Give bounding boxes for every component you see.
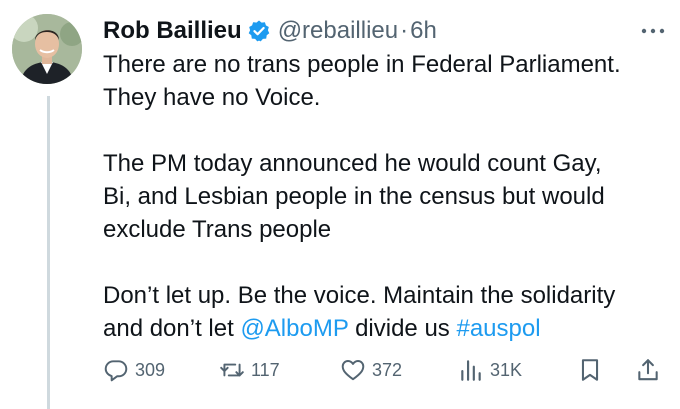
paragraph-3: Don’t let up. Be the voice. Maintain the… bbox=[103, 279, 668, 345]
text-line: Bi, and Lesbian people in the census but… bbox=[103, 183, 605, 210]
more-options-icon[interactable] bbox=[640, 22, 666, 40]
retweet-button[interactable]: 117 bbox=[219, 354, 280, 386]
tweet-body: There are no trans people in Federal Par… bbox=[103, 48, 668, 345]
retweet-count: 117 bbox=[251, 359, 280, 380]
text-segment: divide us bbox=[348, 315, 457, 342]
paragraph-1: There are no trans people in Federal Par… bbox=[103, 48, 668, 114]
verified-badge-icon bbox=[248, 20, 269, 42]
action-bar: 309 117 372 31K bbox=[103, 354, 668, 386]
thread-line bbox=[47, 96, 50, 409]
separator-dot: · bbox=[400, 17, 409, 44]
tweet-header: Rob Baillieu @rebaillieu · 6h bbox=[103, 14, 670, 48]
text-line: The PM today announced he would count Ga… bbox=[103, 150, 602, 177]
author-name[interactable]: Rob Baillieu bbox=[103, 17, 242, 45]
views-count: 31K bbox=[490, 359, 523, 380]
like-button[interactable]: 372 bbox=[340, 354, 402, 386]
text-line: They have no Voice. bbox=[103, 84, 321, 111]
mention-link[interactable]: @AlboMP bbox=[240, 315, 348, 342]
text-segment: and don’t let bbox=[103, 315, 241, 342]
share-button[interactable] bbox=[635, 354, 667, 386]
reply-count: 309 bbox=[135, 359, 166, 380]
tweet-time[interactable]: 6h bbox=[410, 17, 437, 45]
heart-icon bbox=[341, 360, 365, 381]
text-line-with-links: and don’t let @AlboMP divide us #auspol bbox=[103, 312, 668, 345]
reply-icon bbox=[104, 360, 128, 382]
bookmark-icon bbox=[581, 359, 599, 381]
views-button[interactable]: 31K bbox=[458, 354, 522, 386]
author-handle[interactable]: @rebaillieu bbox=[278, 17, 398, 45]
paragraph-2: The PM today announced he would count Ga… bbox=[103, 147, 668, 246]
views-chart-icon bbox=[461, 360, 481, 381]
text-line: There are no trans people in Federal Par… bbox=[103, 51, 621, 78]
text-line: exclude Trans people bbox=[103, 216, 332, 243]
avatar[interactable] bbox=[12, 14, 82, 84]
text-line: Don’t let up. Be the voice. Maintain the… bbox=[103, 282, 616, 309]
hashtag-link[interactable]: #auspol bbox=[456, 315, 540, 342]
bookmark-button[interactable] bbox=[577, 354, 609, 386]
like-count: 372 bbox=[372, 359, 403, 380]
reply-button[interactable]: 309 bbox=[103, 354, 165, 386]
retweet-icon bbox=[220, 363, 244, 377]
share-icon bbox=[638, 359, 658, 381]
